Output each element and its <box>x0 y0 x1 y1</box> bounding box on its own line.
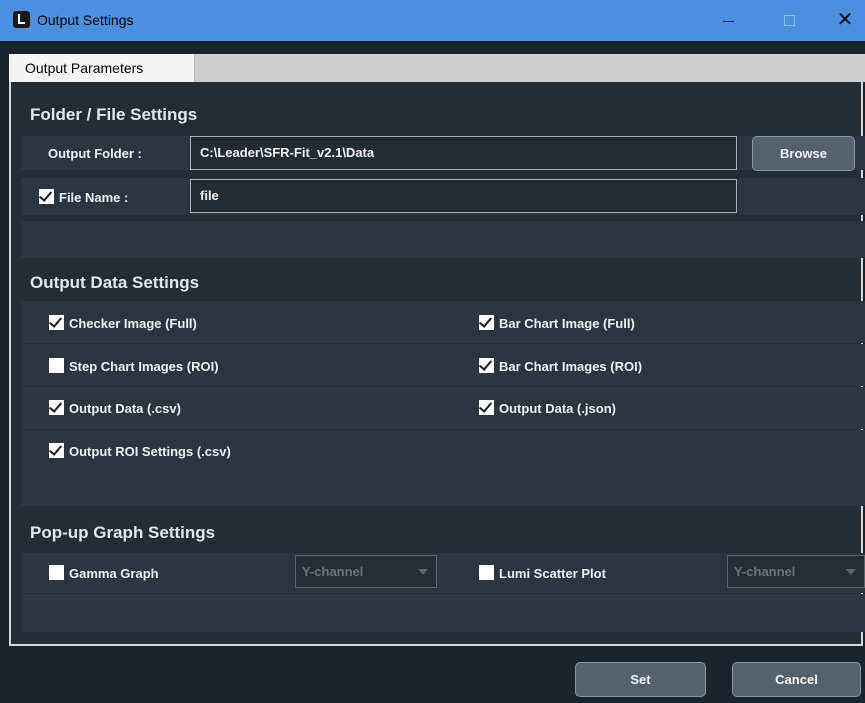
output-folder-field[interactable]: C:\Leader\SFR-Fit_v2.1\Data <box>190 136 737 170</box>
window-title: Output Settings <box>37 12 134 28</box>
output-data-row-3: Output Data (.csv) Output Data (.json) <box>21 387 865 429</box>
tab-strip: Output Parameters <box>9 54 865 82</box>
step-chart-images-roi-label: Step Chart Images (ROI) <box>69 359 219 374</box>
bar-chart-images-roi-label: Bar Chart Images (ROI) <box>499 359 643 374</box>
minimize-icon[interactable] <box>706 0 752 41</box>
checker-image-full-checkbox[interactable] <box>49 315 64 330</box>
output-data-row-4: Output ROI Settings (.csv) <box>21 430 865 472</box>
cancel-button[interactable]: Cancel <box>732 662 861 697</box>
chevron-down-icon <box>418 569 428 575</box>
gamma-graph-channel-value: Y-channel <box>302 564 364 579</box>
lumi-scatter-plot-checkbox[interactable] <box>479 565 494 580</box>
tab-output-parameters[interactable]: Output Parameters <box>9 54 195 82</box>
lumi-scatter-plot-channel-select[interactable]: Y-channel <box>727 555 865 588</box>
chevron-down-icon <box>846 569 856 575</box>
bar-chart-image-full-checkbox[interactable] <box>479 315 494 330</box>
title-bar[interactable]: Output Settings ✕ <box>0 0 865 41</box>
output-data-json-checkbox[interactable] <box>479 400 494 415</box>
folder-section-spacer <box>21 221 865 258</box>
output-folder-label: Output Folder : <box>48 146 142 161</box>
gamma-graph-channel-select[interactable]: Y-channel <box>295 555 437 588</box>
file-name-row: File Name : file <box>21 178 865 215</box>
app-logo-icon <box>13 11 30 28</box>
output-data-row-1: Checker Image (Full) Bar Chart Image (Fu… <box>21 301 865 343</box>
maximize-icon[interactable] <box>766 0 812 41</box>
file-name-field[interactable]: file <box>190 179 737 213</box>
step-chart-images-roi-checkbox[interactable] <box>49 358 64 373</box>
set-button[interactable]: Set <box>575 662 706 697</box>
folder-file-settings-title: Folder / File Settings <box>30 105 198 124</box>
checker-image-full-label: Checker Image (Full) <box>69 316 197 331</box>
output-data-json-label: Output Data (.json) <box>499 401 616 416</box>
gamma-graph-label: Gamma Graph <box>69 566 159 581</box>
lumi-scatter-plot-channel-value: Y-channel <box>734 564 796 579</box>
output-data-section-spacer <box>21 470 865 506</box>
output-data-csv-label: Output Data (.csv) <box>69 401 181 416</box>
gamma-graph-checkbox[interactable] <box>49 565 64 580</box>
browse-button[interactable]: Browse <box>752 136 855 171</box>
output-folder-row: Output Folder : C:\Leader\SFR-Fit_v2.1\D… <box>21 136 865 171</box>
bar-chart-images-roi-checkbox[interactable] <box>479 358 494 373</box>
close-icon[interactable]: ✕ <box>822 0 865 41</box>
popup-graph-row: Gamma Graph Y-channel Lumi Scatter Plot … <box>21 553 865 593</box>
output-data-settings-title: Output Data Settings <box>30 273 200 292</box>
output-parameters-panel: Folder / File Settings Output Folder : C… <box>9 82 865 646</box>
output-roi-settings-csv-checkbox[interactable] <box>49 443 64 458</box>
bar-chart-image-full-label: Bar Chart Image (Full) <box>499 316 635 331</box>
popup-section-spacer <box>21 594 865 632</box>
output-data-row-2: Step Chart Images (ROI) Bar Chart Images… <box>21 344 865 386</box>
lumi-scatter-plot-label: Lumi Scatter Plot <box>499 566 606 581</box>
popup-graph-settings-title: Pop-up Graph Settings <box>30 523 216 542</box>
output-roi-settings-csv-label: Output ROI Settings (.csv) <box>69 444 231 459</box>
file-name-checkbox[interactable] <box>39 189 54 204</box>
file-name-label: File Name : <box>59 190 129 205</box>
output-data-csv-checkbox[interactable] <box>49 400 64 415</box>
